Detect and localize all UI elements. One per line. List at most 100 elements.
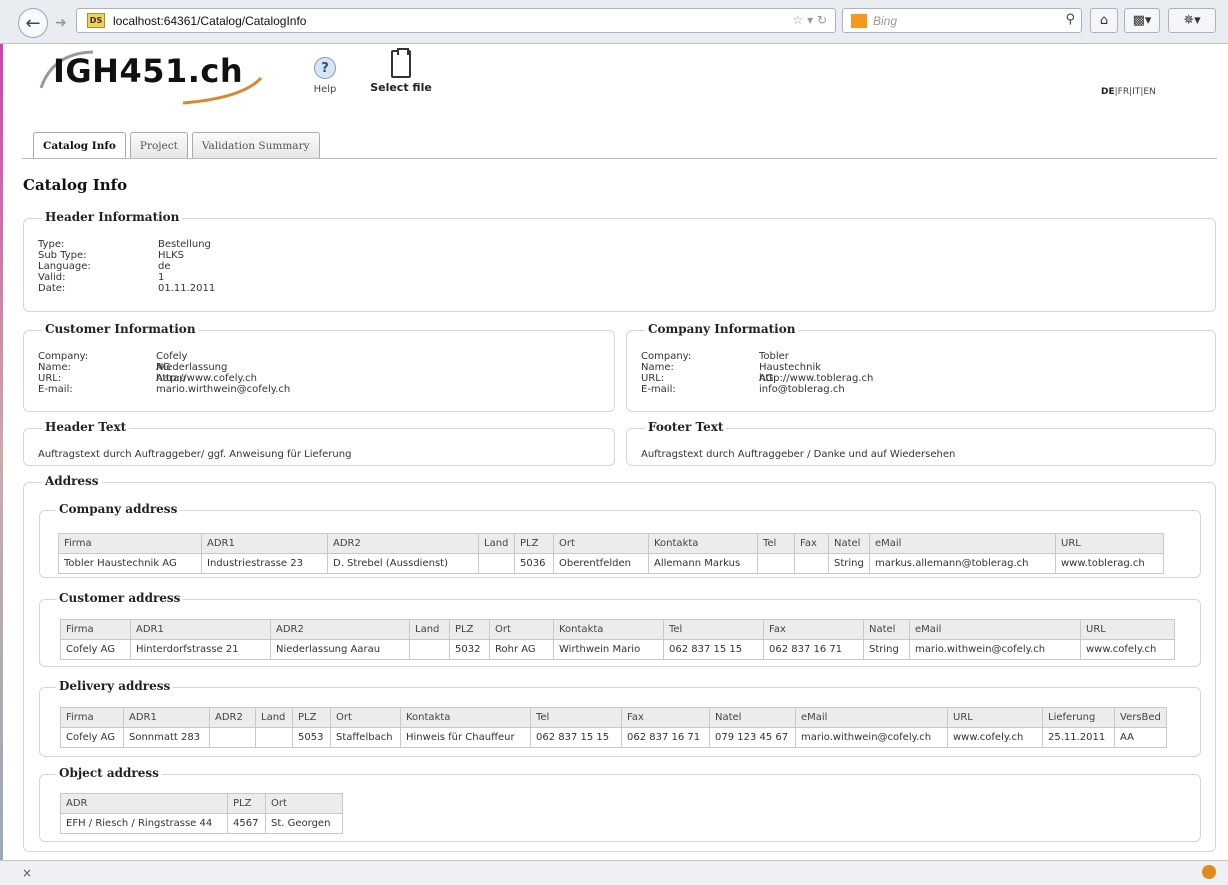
company-address-col-kontakta: Kontakta [648, 533, 758, 554]
delivery-address-col-plz: PLZ [292, 707, 331, 728]
customer-address-col-natel: Natel [863, 619, 910, 640]
home-button[interactable]: ⌂ [1090, 8, 1118, 33]
app-logo[interactable]: IGH451.ch [53, 52, 243, 90]
select-file-button[interactable]: Select file [366, 48, 436, 94]
delivery-address-cell-adr2 [209, 727, 256, 748]
tab-catalog-info[interactable]: Catalog Info [33, 132, 126, 159]
language-value: de [158, 261, 171, 272]
company-address-header-row: Firma ADR1 ADR2 Land PLZ Ort Kontakta Tel Fax Nat… [58, 533, 1164, 554]
addons-button[interactable]: ✵▾ [1168, 8, 1216, 33]
customer-address-cell-adr1: Hinterdorfstrasse 21 [130, 639, 271, 660]
customer-address-table: Firma ADR1 ADR2 Land PLZ Ort Kontakta Tel Fax Nat… [60, 619, 1175, 660]
company-address-cell-ort: Oberentfelden [553, 553, 649, 574]
tab-validation-summary[interactable]: Validation Summary [191, 132, 320, 158]
help-button[interactable]: ? Help [305, 57, 345, 95]
company-address-cell-natel: String [828, 553, 870, 574]
tab-divider [22, 158, 1217, 159]
company-address-title: Company address [56, 502, 181, 516]
addon-status-icon[interactable] [1202, 865, 1216, 879]
customer-information-title: Customer Information [42, 322, 199, 336]
company-address-col-adr1: ADR1 [201, 533, 328, 554]
lang-en[interactable]: EN [1143, 87, 1155, 97]
customer-address-col-adr1: ADR1 [130, 619, 271, 640]
company-address-cell-firma: Tobler Haustechnik AG [58, 553, 202, 574]
forward-button[interactable]: ➜ [51, 13, 71, 33]
object-address-cell-adr: EFH / Riesch / Ringstrasse 44 [60, 813, 228, 834]
company-address-col-fax: Fax [794, 533, 829, 554]
reload-icon[interactable]: ☆ ▾ ↻ [793, 13, 827, 27]
company-address-cell-land [478, 553, 515, 574]
object-address-cell-plz: 4567 [227, 813, 266, 834]
header-text-value: Auftragstext durch Auftraggeber/ ggf. An… [38, 449, 352, 460]
object-address-col-adr: ADR [60, 793, 228, 814]
delivery-address-col-adr1: ADR1 [123, 707, 210, 728]
company-address-cell-adr1: Industriestrasse 23 [201, 553, 328, 574]
table-row: Cofely AG Sonnmatt 283 5053 Staffelbach Hinw… [60, 727, 1167, 748]
customer-address-col-tel: Tel [663, 619, 764, 640]
search-placeholder[interactable]: Bing [873, 14, 897, 28]
company-address-col-firma: Firma [58, 533, 202, 554]
header-information-panel: Header Information Type: Bestellung Sub T… [23, 210, 1216, 312]
company-address-cell-email: markus.allemann@toblerag.ch [869, 553, 1056, 574]
company-address-cell-adr2: D. Strebel (Aussdienst) [327, 553, 479, 574]
customer-address-panel: Customer address Firma ADR1 ADR2 Land PLZ Ort… [39, 591, 1201, 667]
company-address-col-natel: Natel [828, 533, 870, 554]
company-address-col-tel: Tel [757, 533, 795, 554]
delivery-address-col-versbed: VersBed [1114, 707, 1167, 728]
customer-address-col-email: eMail [909, 619, 1081, 640]
customer-address-cell-firma: Cofely AG [60, 639, 131, 660]
help-label: Help [313, 84, 337, 95]
url-text[interactable]: localhost:64361/Catalog/CatalogInfo [113, 14, 306, 28]
header-information-title: Header Information [42, 210, 183, 224]
type-value: Bestellung [158, 239, 211, 250]
table-row: Tobler Haustechnik AG Industriestrasse 23… [58, 553, 1164, 574]
customer-address-header-row: Firma ADR1 ADR2 Land PLZ Ort Kontakta Tel Fax Nat… [60, 619, 1175, 640]
delivery-address-cell-email: mario.withwein@cofely.ch [795, 727, 948, 748]
delivery-address-title: Delivery address [56, 679, 174, 693]
search-box[interactable]: Bing ⚲ [842, 8, 1082, 33]
window-edge [0, 44, 3, 860]
customer-address-cell-email: mario.withwein@cofely.ch [909, 639, 1081, 660]
bing-icon [851, 13, 867, 28]
company-address-col-url: URL [1055, 533, 1164, 554]
customer-address-cell-plz: 5032 [449, 639, 490, 660]
search-icon[interactable]: ⚲ [1065, 12, 1075, 27]
delivery-address-col-ort: Ort [330, 707, 401, 728]
address-title: Address [42, 474, 102, 488]
delivery-address-col-email: eMail [795, 707, 948, 728]
delivery-address-cell-plz: 5053 [292, 727, 331, 748]
address-bar[interactable]: DS localhost:64361/Catalog/CatalogInfo ☆… [76, 8, 836, 33]
header-text-title: Header Text [42, 420, 130, 434]
delivery-address-col-url: URL [947, 707, 1043, 728]
bookmarks-button[interactable]: ▩▾ [1124, 8, 1160, 33]
delivery-address-cell-url: www.cofely.ch [947, 727, 1043, 748]
customer-address-col-adr2: ADR2 [270, 619, 410, 640]
customer-address-cell-kontakta: Wirthwein Mario [553, 639, 664, 660]
company-address-cell-plz: 5036 [514, 553, 554, 574]
tab-project[interactable]: Project [129, 132, 188, 158]
customer-address-cell-tel: 062 837 15 15 [663, 639, 764, 660]
customer-address-cell-natel: String [863, 639, 910, 660]
lang-fr[interactable]: FR [1118, 87, 1129, 97]
delivery-address-cell-kontakta: Hinweis für Chauffeur [400, 727, 531, 748]
page-title: Catalog Info [23, 176, 128, 194]
delivery-address-col-adr2: ADR2 [209, 707, 256, 728]
object-address-col-plz: PLZ [227, 793, 266, 814]
delivery-address-cell-adr1: Sonnmatt 283 [123, 727, 210, 748]
status-bar: × [0, 860, 1228, 885]
footer-text-panel: Footer Text Auftragstext durch Auftragge… [626, 420, 1216, 466]
company-address-cell-url: www.toblerag.ch [1055, 553, 1164, 574]
customer-address-cell-fax: 062 837 16 71 [763, 639, 864, 660]
date-value: 01.11.2011 [158, 283, 216, 294]
back-button[interactable]: ← [18, 8, 48, 38]
company-address-cell-kontakta: Allemann Markus [648, 553, 758, 574]
delivery-address-col-lieferung: Lieferung [1042, 707, 1115, 728]
customer-address-col-plz: PLZ [449, 619, 490, 640]
company-address-col-plz: PLZ [514, 533, 554, 554]
lang-de[interactable]: DE [1101, 87, 1115, 97]
object-address-panel: Object address ADR PLZ Ort EFH / Riesch / R… [39, 766, 1201, 842]
close-icon[interactable]: × [22, 866, 32, 880]
table-row: EFH / Riesch / Ringstrasse 44 4567 St. Geo… [60, 813, 343, 834]
company-information-title: Company Information [645, 322, 799, 336]
object-address-title: Object address [56, 766, 162, 780]
